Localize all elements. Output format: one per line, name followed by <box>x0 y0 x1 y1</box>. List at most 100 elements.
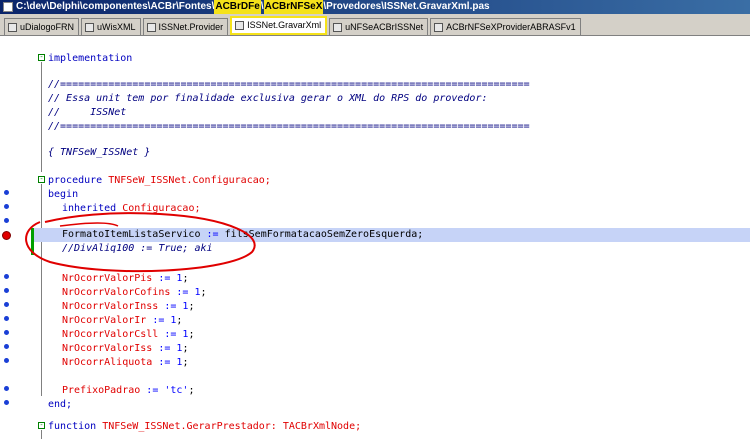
code-line-implementation[interactable]: implementation <box>48 52 750 66</box>
breakpoint-icon[interactable] <box>2 231 11 240</box>
title-path-highlight-acbrnfsex: ACBrNFSeX <box>263 0 324 14</box>
code-line-begin[interactable]: begin <box>48 188 750 202</box>
assignment-target: FormatoItemListaServico <box>62 229 201 240</box>
fold-collapse-icon[interactable]: - <box>38 54 45 61</box>
code-line-end[interactable]: end; <box>48 398 750 412</box>
code-line-assignment[interactable]: NrOcorrValorPis := 1; <box>62 272 750 286</box>
fold-guide-line <box>41 430 42 439</box>
executable-line-dot-icon[interactable] <box>4 400 9 405</box>
tab-label: ISSNet.GravarXml <box>247 20 322 30</box>
file-icon <box>3 2 13 12</box>
tab-label: ISSNet.Provider <box>158 21 224 32</box>
editor-gutter[interactable]: - <box>0 36 44 439</box>
assignment-operator: := <box>146 315 171 326</box>
code-editor[interactable]: - - - implementation //=================… <box>34 36 750 439</box>
keyword-implementation: implementation <box>48 53 133 64</box>
executable-line-dot-icon[interactable] <box>4 218 9 223</box>
executable-line-dot-icon[interactable] <box>4 330 9 335</box>
assignment-target: NrOcorrValorCofins <box>62 287 171 298</box>
title-path-highlight-acbrdfe: ACBrDFe <box>214 0 261 14</box>
code-line-comment[interactable]: // Essa unit tem por finalidade exclusiv… <box>48 92 750 106</box>
assignment-target: NrOcorrValorPis <box>62 273 153 284</box>
assignment-operator: := <box>152 357 177 368</box>
executable-line-dot-icon[interactable] <box>4 190 9 195</box>
function-name: TNFSeW_ISSNet.GerarPrestador: <box>102 421 277 432</box>
comment-separator: //======================================… <box>48 121 530 132</box>
tab-acbrnfsexproviderabrasfv1[interactable]: ACBrNFSeXProviderABRASFv1 <box>430 18 581 35</box>
keyword-begin: begin <box>48 189 79 200</box>
unit-file-icon <box>146 22 156 32</box>
comment-separator: //======================================… <box>48 79 530 90</box>
executable-line-dot-icon[interactable] <box>4 358 9 363</box>
unit-file-icon <box>85 22 95 32</box>
code-line-inherited[interactable]: inherited Configuracao; <box>62 202 750 216</box>
keyword-procedure: procedure <box>48 175 103 186</box>
inherited-call: Configuracao; <box>122 203 201 214</box>
assignment-value: filsSemFormatacaoSemZeroEsquerda; <box>224 229 424 240</box>
code-line-class-comment[interactable]: { TNFSeW_ISSNet } <box>48 146 750 160</box>
executable-line-dot-icon[interactable] <box>4 316 9 321</box>
unit-file-icon <box>235 21 245 30</box>
code-line-assignment[interactable]: NrOcorrValorInss := 1; <box>62 300 750 314</box>
code-line-comment[interactable]: // ISSNet <box>48 106 750 120</box>
comment-text: // Essa unit tem por finalidade exclusiv… <box>48 93 488 104</box>
assignment-operator: := <box>200 229 225 240</box>
assignment-target: PrefixoPadrao <box>62 385 141 396</box>
assignment-target: NrOcorrAliquota <box>62 357 153 368</box>
code-line-function[interactable]: function TNFSeW_ISSNet.GerarPrestador: T… <box>48 420 750 434</box>
comment-divaliq: //DivAliq100 := True; aki <box>62 243 213 254</box>
keyword-function: function <box>48 421 97 432</box>
function-return-type: TACBrXmlNode; <box>282 421 362 432</box>
string-literal: 'tc' <box>164 385 189 396</box>
fold-guide-line <box>41 62 42 172</box>
fold-collapse-icon[interactable]: - <box>38 422 45 429</box>
tab-label: uNFSeACBrISSNet <box>345 21 424 32</box>
tab-issnet-provider[interactable]: ISSNet.Provider <box>142 18 229 35</box>
unit-file-icon <box>434 22 444 32</box>
code-line-prefix[interactable]: PrefixoPadrao := 'tc'; <box>62 384 750 398</box>
tab-udialogofrn[interactable]: uDialogoFRN <box>4 18 80 35</box>
window-title-bar: C:\dev\Delphi\componentes\ACBr\Fontes\ AC… <box>0 0 750 14</box>
comment-class-name: { TNFSeW_ISSNet } <box>48 147 151 158</box>
executable-line-dot-icon[interactable] <box>4 288 9 293</box>
editor-tab-bar: uDialogoFRN uWisXML ISSNet.Provider ISSN… <box>0 14 750 36</box>
code-line-assignment[interactable]: NrOcorrValorIr := 1; <box>62 314 750 328</box>
unit-file-icon <box>333 22 343 32</box>
executable-line-dot-icon[interactable] <box>4 344 9 349</box>
tab-label: uWisXML <box>97 21 136 32</box>
tab-label: uDialogoFRN <box>20 21 75 32</box>
keyword-end: end; <box>48 399 73 410</box>
assignment-operator: := <box>152 343 177 354</box>
executable-line-dot-icon[interactable] <box>4 302 9 307</box>
code-line-assignment[interactable]: NrOcorrValorCsll := 1; <box>62 328 750 342</box>
tab-uwisxml[interactable]: uWisXML <box>81 18 141 35</box>
code-line-execution-point[interactable]: FormatoItemListaServico := filsSemFormat… <box>34 228 750 242</box>
assignment-target: NrOcorrValorIss <box>62 343 153 354</box>
comment-text: // ISSNet <box>48 107 127 118</box>
assignment-operator: := <box>170 287 195 298</box>
code-line-assignment[interactable]: NrOcorrValorIss := 1; <box>62 342 750 356</box>
code-line-assignment[interactable]: NrOcorrAliquota := 1; <box>62 356 750 370</box>
executable-line-dot-icon[interactable] <box>4 204 9 209</box>
procedure-name: TNFSeW_ISSNet.Configuracao; <box>108 175 271 186</box>
title-path-suffix: \Provedores\ISSNet.GravarXml.pas <box>323 1 490 12</box>
assignment-target: NrOcorrValorIr <box>62 315 147 326</box>
code-line-commented-out[interactable]: //DivAliq100 := True; aki <box>62 242 750 256</box>
assignment-operator: := <box>140 385 165 396</box>
executable-line-dot-icon[interactable] <box>4 386 9 391</box>
keyword-inherited: inherited <box>62 203 117 214</box>
tab-issnet-gravarxml[interactable]: ISSNet.GravarXml <box>230 16 328 35</box>
code-line-procedure[interactable]: procedure TNFSeW_ISSNet.Configuracao; <box>48 174 750 188</box>
fold-collapse-icon[interactable]: - <box>38 176 45 183</box>
tab-unfseacbrissnet[interactable]: uNFSeACBrISSNet <box>329 18 429 35</box>
fold-guide-line <box>41 184 42 396</box>
code-line-separator[interactable]: //======================================… <box>48 78 750 92</box>
assignment-operator: := <box>158 329 183 340</box>
executable-line-dot-icon[interactable] <box>4 274 9 279</box>
code-line-separator[interactable]: //======================================… <box>48 120 750 134</box>
unit-file-icon <box>8 22 17 32</box>
code-line-assignment[interactable]: NrOcorrValorCofins := 1; <box>62 286 750 300</box>
title-path-prefix: C:\dev\Delphi\componentes\ACBr\Fontes\ <box>16 1 215 12</box>
assignment-operator: := <box>152 273 177 284</box>
assignment-target: NrOcorrValorInss <box>62 301 159 312</box>
